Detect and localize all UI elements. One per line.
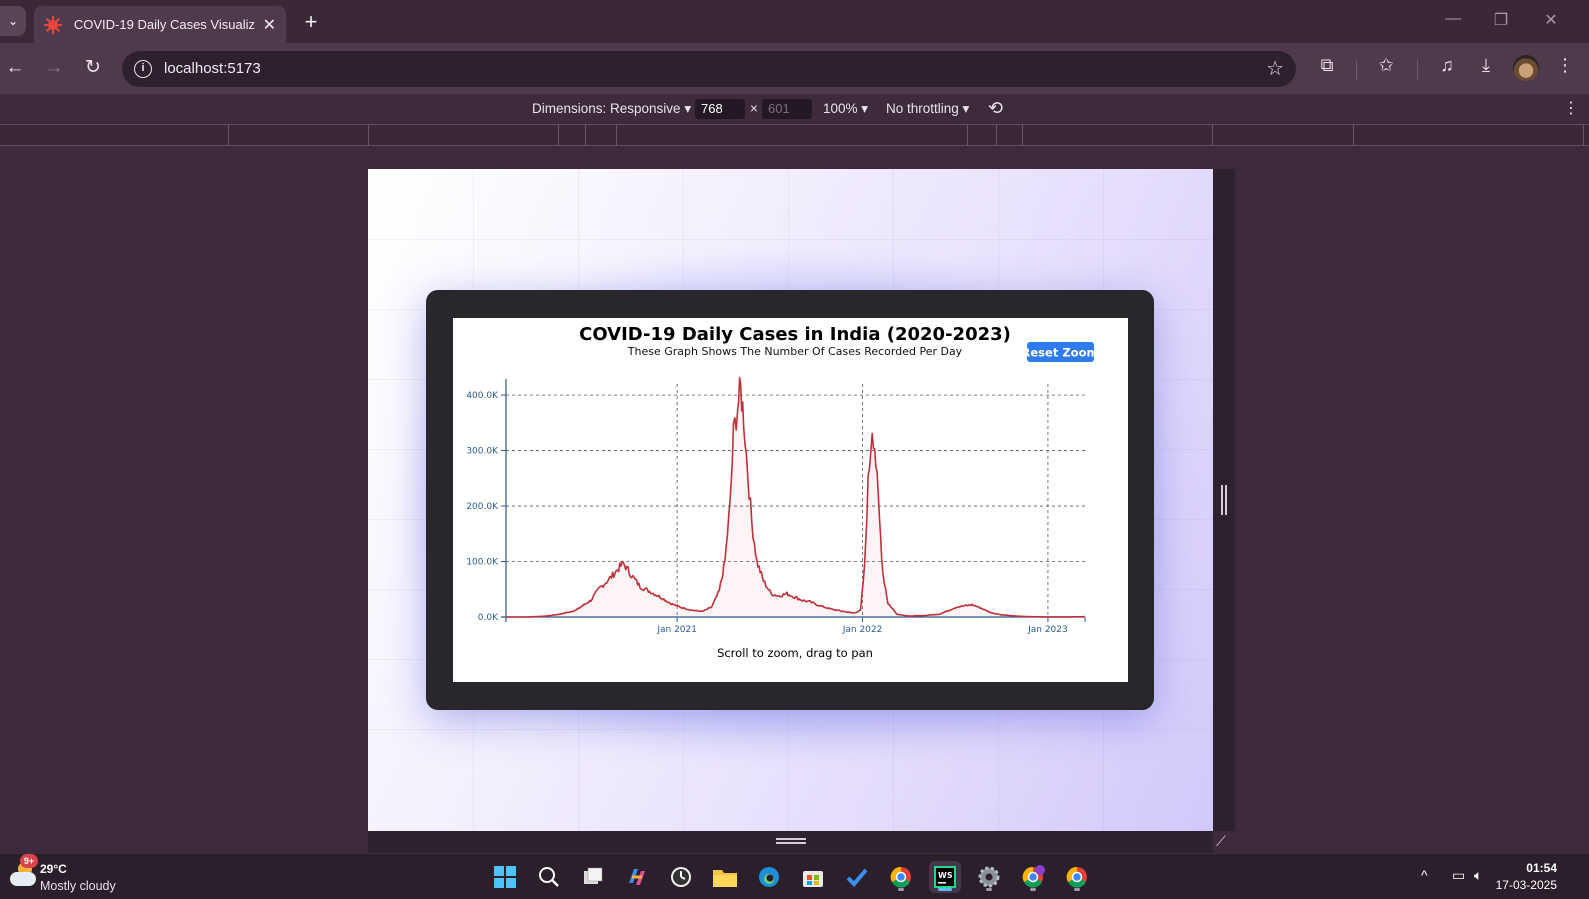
times-sign: × [750, 101, 758, 116]
todo-icon[interactable] [841, 861, 873, 893]
dimensions-dropdown[interactable]: Dimensions: Responsive ▾ [532, 101, 691, 117]
reload-icon[interactable]: ↻ [80, 55, 106, 81]
settings-icon[interactable] [973, 861, 1005, 893]
copilot-icon[interactable] [621, 861, 653, 893]
reset-zoom-button[interactable]: Reset Zoom [1022, 342, 1099, 362]
covid-favicon [44, 15, 62, 34]
task-view-icon[interactable] [577, 861, 609, 893]
tab-strip: ⌄ COVID-19 Daily Cases Visualiza ✕ + — ❐… [0, 0, 1589, 43]
series-area [506, 377, 1085, 617]
window-close-icon[interactable]: ✕ [1536, 10, 1566, 30]
back-icon[interactable]: ← [2, 55, 28, 81]
plot-area[interactable]: 0.0K 100.0K 200.0K 300.0K 400.0K Jan 2021 Jan … [466, 376, 1086, 635]
throttling-dropdown[interactable]: No throttling ▾ [886, 101, 969, 117]
profile-avatar[interactable] [1513, 55, 1539, 81]
tab-title: COVID-19 Daily Cases Visualiza [73, 17, 255, 32]
forward-icon[interactable]: → [41, 55, 67, 81]
bottom-grip-icon[interactable] [776, 838, 806, 844]
media-query-bar[interactable] [0, 124, 1589, 146]
file-explorer-icon[interactable] [709, 861, 741, 893]
height-input[interactable]: 601 [762, 99, 812, 119]
favorites-icon[interactable]: ✩ [1372, 55, 1400, 76]
clock-app-icon[interactable] [665, 861, 697, 893]
store-icon[interactable] [797, 861, 829, 893]
corner-resize-icon[interactable]: ⟋ [1216, 833, 1226, 850]
y-tick-label: 0.0K [478, 613, 499, 623]
close-icon[interactable]: ✕ [263, 15, 276, 35]
zoom-dropdown[interactable]: 100% ▾ [823, 101, 868, 117]
chart-title: COVID-19 Daily Cases in India (2020-2023… [579, 324, 1011, 345]
device-viewport: COVID-19 Daily Cases in India (2020-2023… [368, 169, 1213, 831]
chart-panel[interactable]: COVID-19 Daily Cases in India (2020-2023… [453, 318, 1128, 682]
bookmark-star-icon[interactable]: ☆ [1266, 56, 1284, 81]
y-tick-label: 200.0K [466, 502, 499, 512]
menu-icon[interactable]: ⋮ [1551, 55, 1579, 76]
url-text[interactable]: localhost:5173 [164, 60, 261, 77]
webstorm-icon[interactable]: WS [929, 861, 961, 893]
network-icon[interactable]: ▭ [1452, 867, 1465, 884]
volume-icon[interactable]: 🔈︎ [1474, 867, 1482, 884]
width-input[interactable]: 768 [695, 99, 745, 119]
minimize-icon[interactable]: — [1438, 10, 1468, 28]
rotate-icon[interactable]: ⟲ [988, 98, 1003, 119]
system-clock[interactable]: 01:54 17-03-2025 [1496, 860, 1557, 894]
new-tab-icon[interactable]: + [296, 9, 326, 35]
search-icon[interactable] [533, 861, 565, 893]
download-icon[interactable]: ⤓ [1472, 55, 1500, 76]
y-tick-label: 300.0K [466, 447, 499, 457]
svg-text:WS: WS [938, 871, 953, 880]
extensions-icon[interactable]: ⧉ [1313, 55, 1341, 76]
start-icon[interactable] [489, 861, 521, 893]
reset-zoom-label[interactable]: Reset Zoom [1022, 346, 1099, 360]
resize-grip-icon[interactable] [1221, 485, 1227, 515]
media-icon[interactable]: ♫ [1433, 55, 1461, 76]
chrome-profile-icon[interactable] [1017, 861, 1049, 893]
chrome-icon[interactable] [885, 861, 917, 893]
y-tick-label: 400.0K [466, 391, 499, 401]
browser-tab[interactable]: COVID-19 Daily Cases Visualiza ✕ [34, 6, 286, 43]
chevron-up-icon[interactable]: ^ [1421, 867, 1428, 883]
chart-subtitle: These Graph Shows The Number Of Cases Re… [627, 345, 963, 358]
interaction-hint: Scroll to zoom, drag to pan [717, 646, 873, 660]
weather-temp[interactable]: 29°C [40, 862, 67, 876]
chrome-alt-icon[interactable] [1061, 861, 1093, 893]
windows-taskbar: 9+ 29°C Mostly cloudy WS ^ ▭ 🔈︎ 01:54 17… [0, 853, 1589, 899]
device-toolbar: Dimensions: Responsive ▾ 768 × 601 100% … [0, 94, 1589, 124]
x-tick-label: Jan 2021 [656, 625, 697, 635]
edge-icon[interactable] [753, 861, 785, 893]
chart-card: COVID-19 Daily Cases in India (2020-2023… [426, 290, 1154, 710]
x-tick-label: Jan 2022 [842, 625, 883, 635]
weather-desc[interactable]: Mostly cloudy [40, 879, 116, 893]
tab-search-icon[interactable]: ⌄ [0, 6, 26, 36]
y-tick-label: 100.0K [466, 558, 499, 568]
covid-chart[interactable]: COVID-19 Daily Cases in India (2020-2023… [453, 318, 1128, 682]
restore-icon[interactable]: ❐ [1486, 10, 1516, 30]
x-tick-label: Jan 2023 [1027, 625, 1068, 635]
weather-badge: 9+ [20, 854, 38, 868]
site-info-icon[interactable]: i [134, 60, 152, 78]
device-menu-icon[interactable]: ⋮ [1563, 98, 1579, 118]
browser-toolbar: ← → ↻ i localhost:5173 ☆ ⧉ ✩ ♫ ⤓ ⋮ [0, 43, 1589, 94]
address-bar[interactable]: i localhost:5173 ☆ [122, 51, 1296, 87]
series-line [506, 376, 1085, 618]
